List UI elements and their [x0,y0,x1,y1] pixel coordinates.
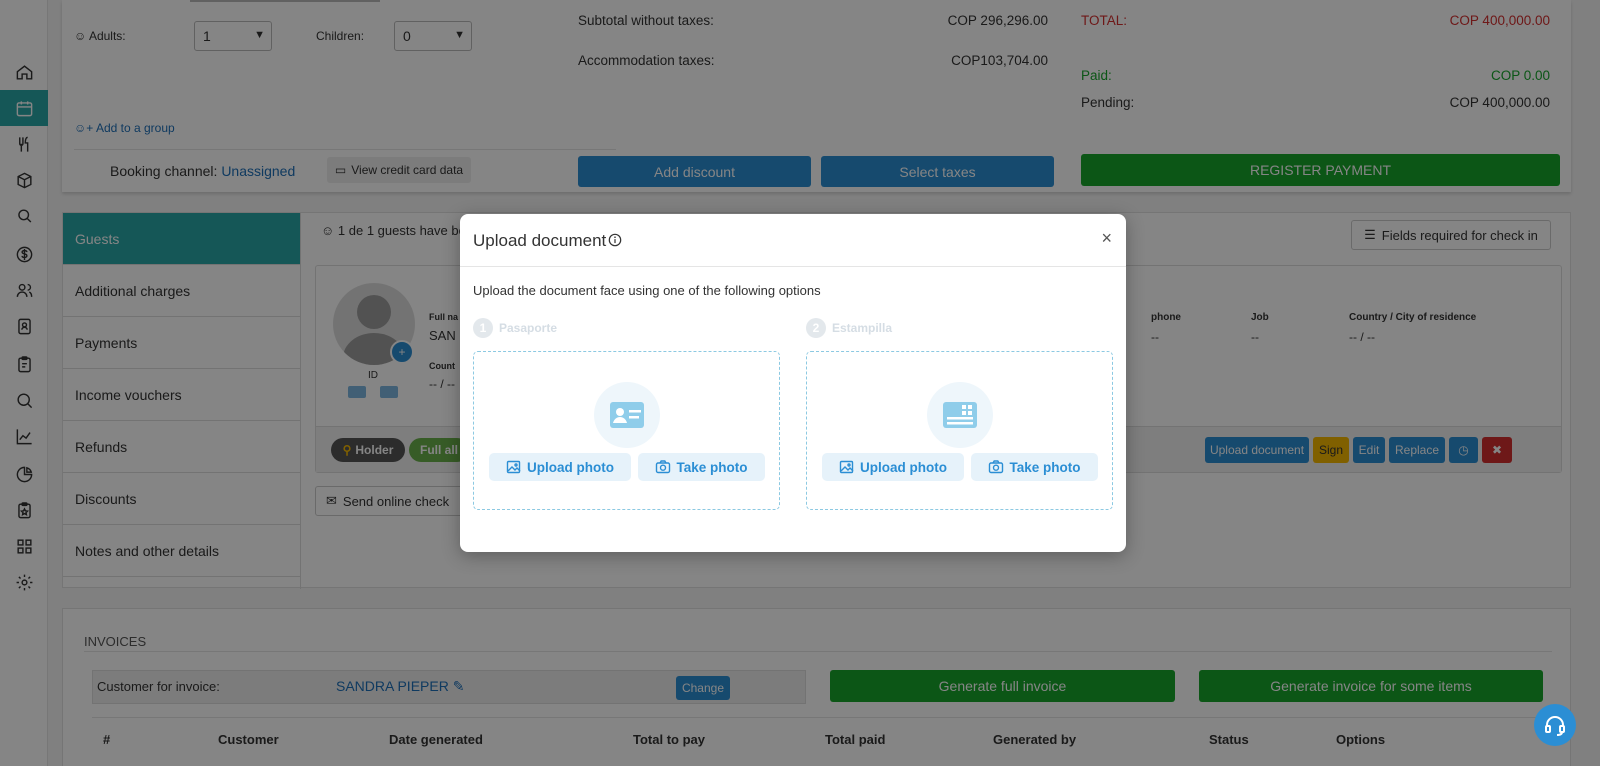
modal-description: Upload the document face using one of th… [473,283,821,298]
stamp-dropzone[interactable]: Upload photo Take photo [806,351,1113,510]
info-icon [608,233,622,247]
step-stamp: 2 Estampilla [806,318,892,338]
stamp-upload-photo-button[interactable]: Upload photo [822,453,964,481]
modal-header: Upload document × [460,214,1126,267]
passport-dropzone[interactable]: Upload photo Take photo [473,351,780,510]
upload-document-modal: Upload document × Upload the document fa… [460,214,1126,552]
camera-icon [656,460,671,474]
modal-title: Upload document [473,231,607,250]
step-passport: 1 Pasaporte [473,318,557,338]
passport-upload-photo-button[interactable]: Upload photo [489,453,631,481]
stamp-take-photo-button[interactable]: Take photo [971,453,1098,481]
support-headset-icon[interactable] [1534,704,1576,746]
id-card-icon [594,382,660,448]
camera-icon [989,460,1004,474]
close-icon[interactable]: × [1101,228,1112,249]
passport-take-photo-button[interactable]: Take photo [638,453,765,481]
image-upload-icon [506,460,521,474]
stamp-card-icon [927,382,993,448]
image-upload-icon [839,460,854,474]
